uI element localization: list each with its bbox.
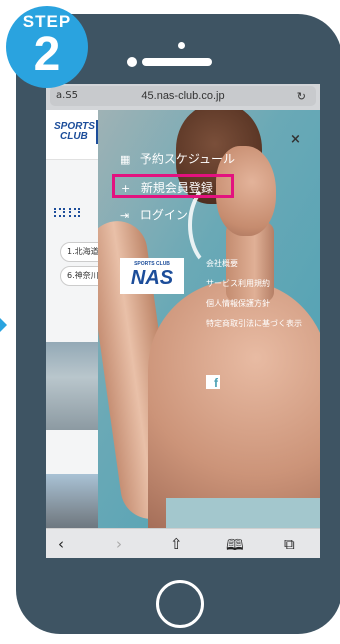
user-plus-icon: +	[121, 182, 131, 195]
background-web-page: SPORTS CLUB 1.北海道 6.神奈川	[46, 110, 110, 544]
grid-view-icon[interactable]	[69, 208, 80, 217]
step-badge: STEP 2	[6, 6, 88, 88]
pointer-arrow-icon	[0, 316, 7, 334]
background-photo-top	[166, 498, 320, 528]
nas-logo[interactable]: SPORTS CLUB NAS	[120, 258, 184, 294]
bookmarks-icon[interactable]: 🕮	[226, 535, 244, 558]
menu-item-reservation-schedule[interactable]: ▦ 予約スケジュール	[120, 150, 235, 167]
speaker-grille	[142, 58, 212, 66]
link-terms-of-service[interactable]: サービス利用規約	[206, 278, 316, 290]
close-icon[interactable]: ×	[290, 132, 301, 147]
url-text: 45.nas-club.co.jp	[141, 90, 225, 102]
view-toggle[interactable]	[54, 202, 84, 221]
share-icon[interactable]: ⇧	[170, 535, 183, 553]
camera-dot	[127, 57, 137, 67]
phone-screen: a.S5 45.nas-club.co.jp ↻ SPORTS CLUB 1.北…	[46, 84, 320, 558]
club-photo[interactable]	[46, 342, 102, 430]
link-privacy-policy[interactable]: 個人情報保護方針	[206, 298, 316, 310]
link-commercial-transactions[interactable]: 特定商取引法に基づく表示	[206, 318, 316, 330]
step-number: 2	[33, 28, 61, 81]
site-header: SPORTS CLUB	[46, 110, 106, 160]
home-button[interactable]	[156, 580, 204, 628]
list-view-icon[interactable]	[54, 208, 65, 217]
link-company-overview[interactable]: 会社概要	[206, 258, 316, 270]
facebook-icon[interactable]: f	[206, 375, 220, 390]
back-icon[interactable]: ‹	[58, 535, 64, 553]
url-field[interactable]: a.S5 45.nas-club.co.jp ↻	[50, 86, 316, 106]
sensor-dot	[178, 42, 185, 49]
menu-item-login[interactable]: ⇥ ログイン	[120, 206, 188, 223]
site-logo[interactable]: SPORTS CLUB	[54, 122, 95, 142]
slide-menu: × ▦ 予約スケジュール + 新規会員登録 ⇥ ログイン SPORTS CLUB…	[98, 110, 320, 528]
calendar-icon: ▦	[120, 153, 131, 166]
tabs-icon[interactable]: ⧉	[284, 535, 295, 553]
login-icon: ⇥	[120, 209, 130, 222]
menu-item-new-member-registration[interactable]: + 新規会員登録	[112, 174, 234, 198]
browser-url-bar: a.S5 45.nas-club.co.jp ↻	[46, 84, 320, 110]
forward-icon[interactable]: ›	[116, 535, 122, 553]
reload-icon[interactable]: ↻	[297, 90, 306, 103]
browser-toolbar: ‹ › ⇧ 🕮 ⧉	[46, 528, 320, 558]
